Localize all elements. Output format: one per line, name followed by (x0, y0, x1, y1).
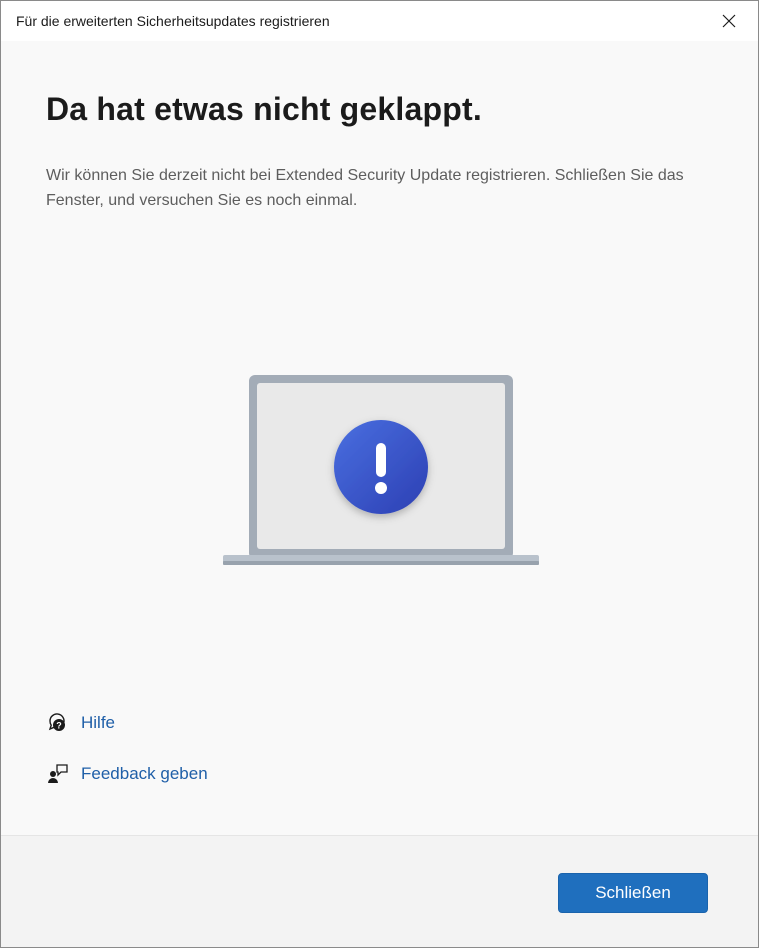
laptop-warning-icon (223, 375, 539, 565)
help-link-label: Hilfe (81, 713, 116, 732)
title-bar: Für die erweiterten Sicherheitsupdates r… (1, 1, 758, 41)
help-link[interactable]: ? Hilfe (46, 711, 115, 735)
page-title: Da hat etwas nicht geklappt. (46, 91, 482, 127)
close-button[interactable]: Schließen (558, 873, 708, 913)
feedback-link-label: Feedback geben (81, 764, 208, 783)
feedback-link[interactable]: Feedback geben (46, 762, 208, 786)
feedback-icon (46, 762, 70, 786)
window-title: Für die erweiterten Sicherheitsupdates r… (16, 13, 330, 29)
help-chat-icon: ? (46, 711, 70, 735)
dialog-window: Für die erweiterten Sicherheitsupdates r… (0, 0, 759, 948)
close-window-button[interactable] (700, 1, 758, 41)
dialog-content: Da hat etwas nicht geklappt. Wir können … (1, 41, 758, 835)
svg-text:?: ? (56, 721, 62, 731)
dialog-footer: Schließen (1, 835, 758, 947)
close-icon (722, 14, 736, 28)
error-description: Wir können Sie derzeit nicht bei Extende… (46, 167, 684, 209)
laptop-warning-illustration (221, 373, 541, 569)
